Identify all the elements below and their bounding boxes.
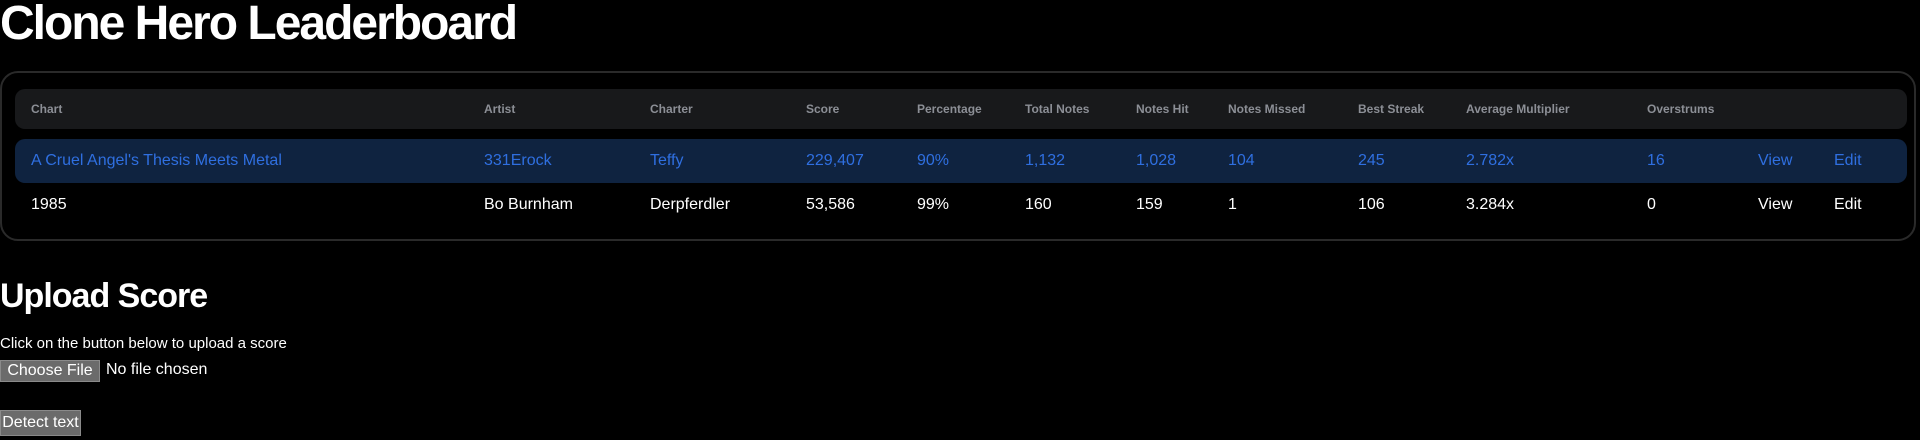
charter-link[interactable]: Derpferdler [650,183,730,227]
score-value: 229,407 [806,152,864,169]
column-header-notes-missed[interactable]: Notes Missed [1228,89,1305,129]
table-row[interactable]: 1985 Bo Burnham Derpferdler 53,586 99% 1… [15,183,1907,227]
edit-button[interactable]: Edit [1834,183,1862,227]
artist-link[interactable]: Bo Burnham [484,183,573,227]
notes-hit-value: 159 [1136,196,1163,213]
choose-file-button[interactable]: Choose File [0,360,100,382]
average-multiplier-value: 3.284x [1466,196,1515,213]
percentage-value: 90% [917,152,950,169]
total-notes-value: 160 [1025,196,1052,213]
column-header-chart[interactable]: Chart [31,89,62,129]
column-header-total-notes[interactable]: Total Notes [1025,89,1089,129]
leaderboard-table: Chart Artist Charter Score Percentage To… [0,71,1916,241]
notes-missed-value: 104 [1228,152,1255,169]
view-button[interactable]: View [1758,183,1792,227]
upload-instructions: Click on the button below to upload a sc… [0,335,287,352]
column-header-percentage[interactable]: Percentage [917,89,982,129]
chart-link[interactable]: 1985 [31,183,67,227]
edit-button[interactable]: Edit [1834,139,1862,183]
column-header-artist[interactable]: Artist [484,89,515,129]
chart-link[interactable]: A Cruel Angel's Thesis Meets Metal [31,139,282,183]
detect-text-button[interactable]: Detect text [0,410,81,436]
average-multiplier-value: 2.782x [1466,152,1515,169]
notes-missed-value: 1 [1228,196,1237,213]
overstrums-value: 0 [1647,196,1656,213]
file-status: No file chosen [106,361,208,378]
total-notes-value: 1,132 [1025,152,1066,169]
score-value: 53,586 [806,196,855,213]
column-header-best-streak[interactable]: Best Streak [1358,89,1424,129]
column-header-notes-hit[interactable]: Notes Hit [1136,89,1189,129]
upload-score-heading: Upload Score [0,277,208,315]
notes-hit-value: 1,028 [1136,152,1177,169]
column-header-average-multiplier[interactable]: Average Multiplier [1466,89,1570,129]
table-header-row: Chart Artist Charter Score Percentage To… [15,89,1907,129]
best-streak-value: 245 [1358,152,1385,169]
table-row[interactable]: A Cruel Angel's Thesis Meets Metal 331Er… [15,139,1907,183]
best-streak-value: 106 [1358,196,1385,213]
page-title: Clone Hero Leaderboard [0,0,518,50]
artist-link[interactable]: 331Erock [484,139,552,183]
charter-link[interactable]: Teffy [650,139,684,183]
overstrums-value: 16 [1647,152,1665,169]
view-button[interactable]: View [1758,139,1792,183]
column-header-overstrums[interactable]: Overstrums [1647,89,1714,129]
column-header-score[interactable]: Score [806,89,839,129]
column-header-charter[interactable]: Charter [650,89,693,129]
percentage-value: 99% [917,196,950,213]
